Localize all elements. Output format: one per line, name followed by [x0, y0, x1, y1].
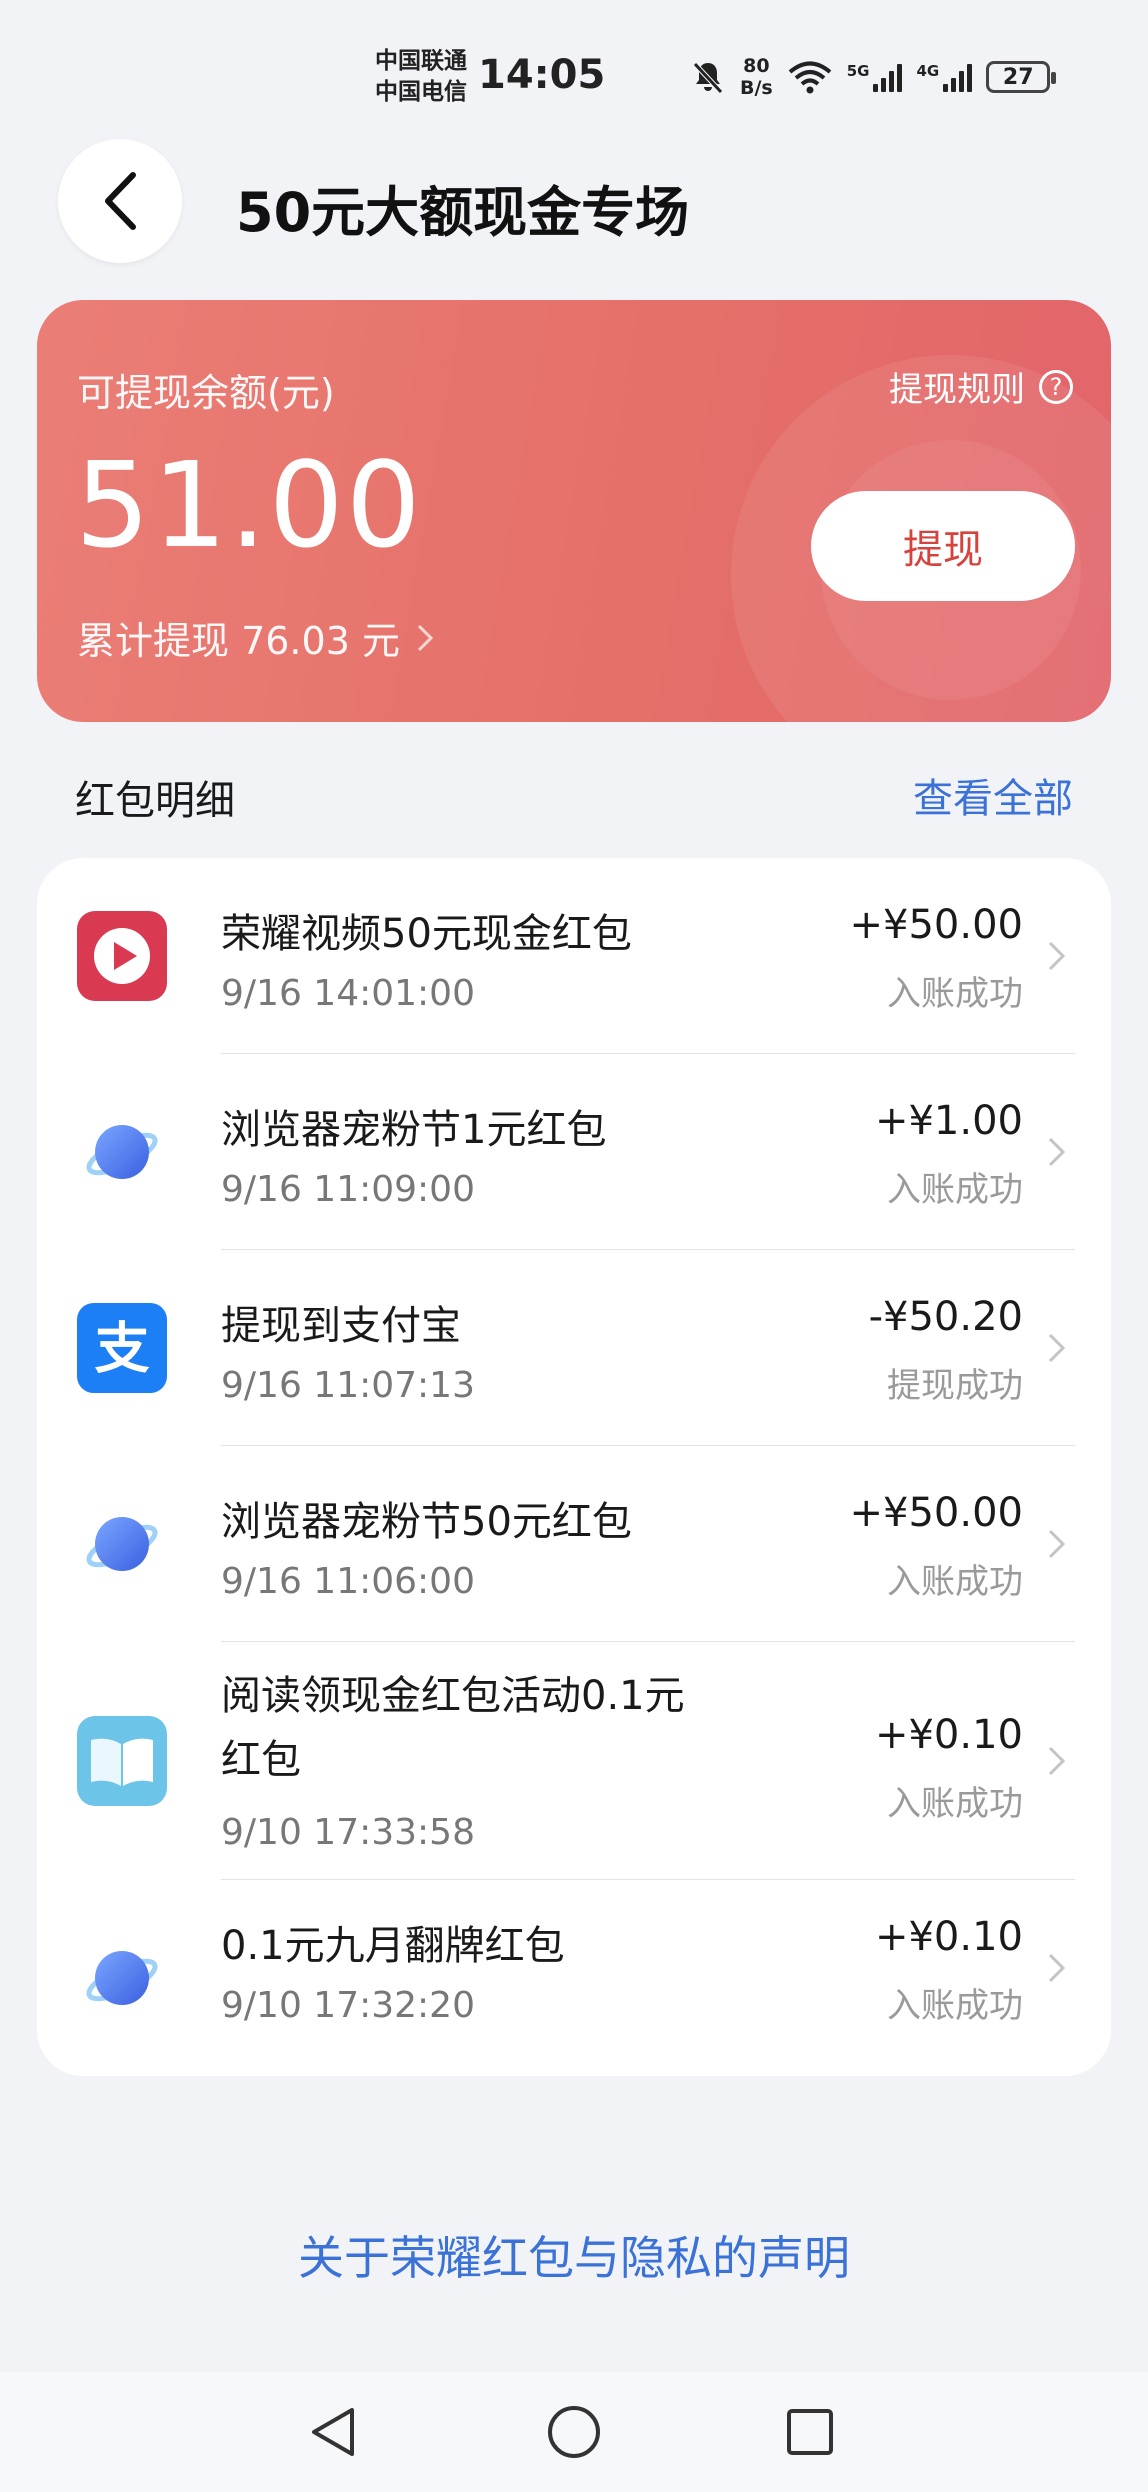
signal-bars-icon — [943, 62, 973, 92]
carrier-1: 中国联通 — [375, 48, 467, 74]
item-name: 浏览器宠粉节50元红包 — [221, 1499, 632, 1545]
list-item[interactable]: 浏览器宠粉节50元红包 9/16 11:06:00 +¥50.00 入账成功 — [37, 1446, 1111, 1642]
net-label-4g: 4G — [916, 62, 940, 80]
item-status: 入账成功 — [887, 1562, 1023, 1602]
battery-level: 27 — [1002, 64, 1034, 90]
list-item[interactable]: 支 提现到支付宝 9/16 11:07:13 -¥50.20 提现成功 — [37, 1250, 1111, 1446]
chevron-right-icon — [1048, 1953, 1066, 1983]
question-icon: ? — [1039, 369, 1073, 404]
page-title: 50元大额现金专场 — [236, 181, 690, 244]
item-time: 9/16 11:09:00 — [221, 1169, 475, 1210]
view-all-link[interactable]: 查看全部 — [913, 766, 1073, 824]
balance-card: 可提现余额(元) 提现规则 ? 51.00 累计提现 76.03 元 提现 — [37, 300, 1111, 722]
item-amount: +¥0.10 — [874, 1712, 1023, 1758]
withdraw-button[interactable]: 提现 — [811, 491, 1075, 601]
chevron-left-icon — [105, 172, 136, 230]
item-name: 0.1元九月翻牌红包 — [221, 1923, 565, 1969]
net-label-5g: 5G — [846, 62, 870, 80]
total-withdrawn: 累计提现 76.03 元 — [77, 619, 400, 663]
circle-home-icon — [548, 2406, 600, 2458]
withdraw-rules-link[interactable]: 提现规则 ? — [889, 362, 1073, 411]
video-app-icon — [77, 911, 167, 1001]
item-time: 9/16 14:01:00 — [221, 973, 475, 1014]
balance-amount: 51.00 — [75, 436, 423, 574]
item-name: 浏览器宠粉节1元红包 — [221, 1107, 607, 1153]
item-time: 9/10 17:33:58 — [221, 1812, 475, 1853]
browser-icon — [77, 1933, 167, 2023]
mute-bell-icon — [693, 62, 723, 94]
item-name: 提现到支付宝 — [221, 1303, 461, 1349]
item-time: 9/10 17:32:20 — [221, 1985, 475, 2026]
speed-value: 80 — [743, 55, 770, 77]
page: 中国联通 中国电信 14:05 80 B/s 5G 4G 27 50元大额现金专… — [0, 0, 1148, 2492]
item-amount: -¥50.20 — [868, 1294, 1023, 1340]
privacy-statement-link[interactable]: 关于荣耀红包与隐私的声明 — [0, 2222, 1148, 2288]
network-speed: 80 B/s — [740, 55, 773, 99]
item-amount: +¥50.00 — [849, 1490, 1023, 1536]
status-bar: 中国联通 中国电信 14:05 80 B/s 5G 4G 27 — [0, 0, 1148, 150]
list-item[interactable]: 荣耀视频50元现金红包 9/16 14:01:00 +¥50.00 入账成功 — [37, 858, 1111, 1054]
chevron-right-icon — [417, 624, 434, 651]
battery-icon: 27 — [986, 61, 1057, 93]
total-withdrawn-link[interactable]: 累计提现 76.03 元 — [77, 610, 434, 665]
nav-home-button[interactable] — [534, 2392, 614, 2472]
speed-unit: B/s — [740, 77, 773, 99]
item-name: 荣耀视频50元现金红包 — [221, 911, 632, 957]
list-item[interactable]: 0.1元九月翻牌红包 9/10 17:32:20 +¥0.10 入账成功 — [37, 1880, 1111, 2076]
details-title: 红包明细 — [75, 778, 235, 824]
chevron-right-icon — [1048, 941, 1066, 971]
item-status: 入账成功 — [887, 1986, 1023, 2026]
status-icons: 80 B/s 5G 4G 27 — [690, 54, 1057, 100]
system-nav-bar — [0, 2372, 1148, 2492]
item-amount: +¥0.10 — [874, 1914, 1023, 1960]
carrier-2: 中国电信 — [375, 79, 467, 105]
item-time: 9/16 11:07:13 — [221, 1365, 475, 1406]
list-item[interactable]: 浏览器宠粉节1元红包 9/16 11:09:00 +¥1.00 入账成功 — [37, 1054, 1111, 1250]
signal-bars-icon — [873, 62, 903, 92]
signal-4g: 4G — [916, 62, 973, 92]
item-name: 阅读领现金红包活动0.1元红包 — [221, 1673, 685, 1783]
alipay-icon: 支 — [77, 1303, 167, 1393]
red-packet-list: 荣耀视频50元现金红包 9/16 14:01:00 +¥50.00 入账成功 浏… — [37, 858, 1111, 2076]
item-amount: +¥50.00 — [849, 902, 1023, 948]
svg-text:支: 支 — [94, 1316, 149, 1380]
chevron-right-icon — [1048, 1137, 1066, 1167]
status-time: 14:05 — [478, 52, 606, 98]
item-status: 入账成功 — [887, 974, 1023, 1014]
list-item[interactable]: 阅读领现金红包活动0.1元红包 9/10 17:33:58 +¥0.10 入账成… — [37, 1642, 1111, 1880]
wifi-icon — [788, 61, 832, 94]
item-status: 提现成功 — [887, 1366, 1023, 1406]
signal-5g: 5G — [847, 62, 903, 92]
item-time: 9/16 11:06:00 — [221, 1561, 475, 1602]
chevron-right-icon — [1048, 1529, 1066, 1559]
nav-recents-button[interactable] — [770, 2392, 850, 2472]
browser-icon — [77, 1499, 167, 1589]
book-icon — [77, 1716, 167, 1806]
item-status: 入账成功 — [887, 1784, 1023, 1824]
browser-icon — [77, 1107, 167, 1197]
balance-label: 可提现余额(元) — [77, 371, 335, 415]
withdraw-rules-label: 提现规则 — [889, 370, 1025, 410]
nav-back-button[interactable] — [294, 2392, 374, 2472]
chevron-right-icon — [1048, 1333, 1066, 1363]
item-amount: +¥1.00 — [874, 1098, 1023, 1144]
triangle-back-icon — [312, 2408, 354, 2456]
item-status: 入账成功 — [887, 1170, 1023, 1210]
back-button[interactable] — [58, 139, 182, 263]
square-recents-icon — [787, 2409, 833, 2455]
chevron-right-icon — [1048, 1746, 1066, 1776]
carrier-names: 中国联通 中国电信 — [375, 46, 467, 108]
